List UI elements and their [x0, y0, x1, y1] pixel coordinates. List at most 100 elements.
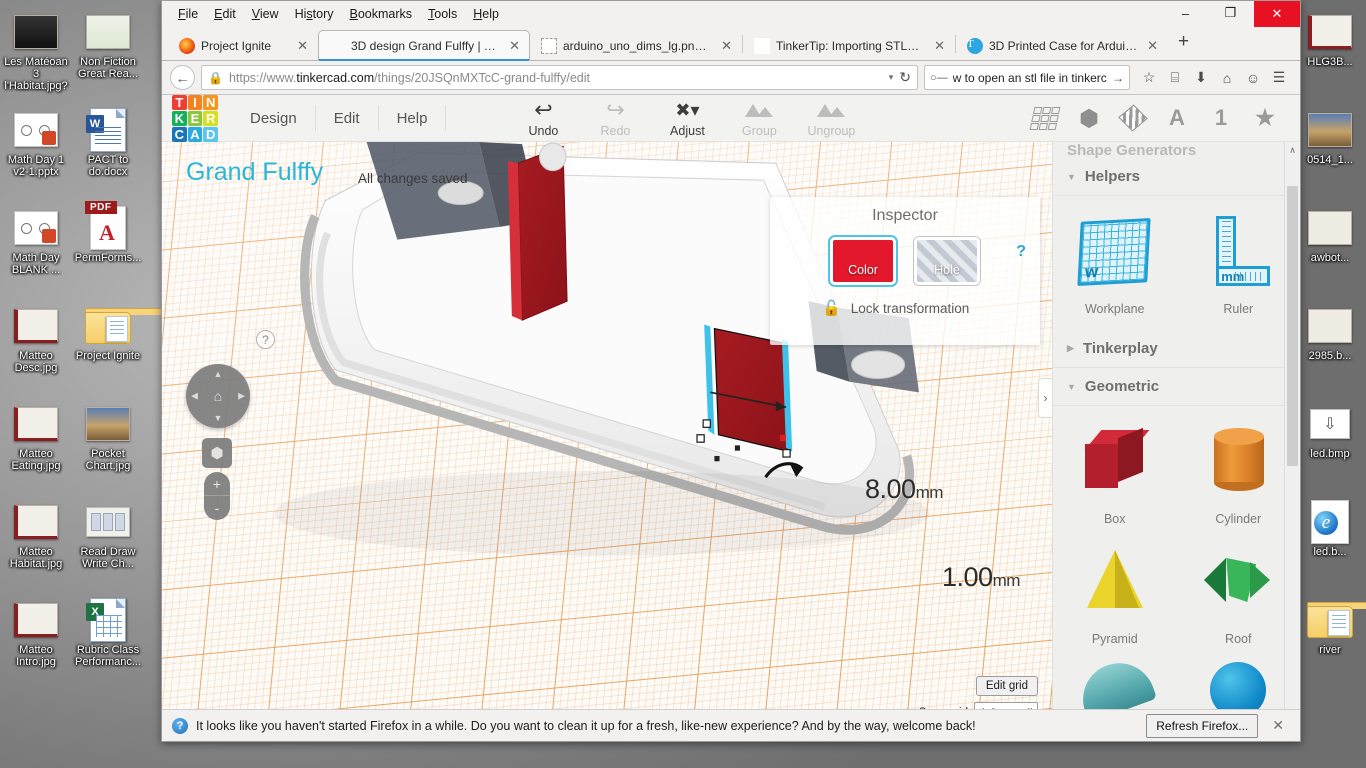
zoom-out-button[interactable]: -	[204, 496, 230, 520]
sidebar-section-helpers[interactable]: ▼ Helpers	[1053, 158, 1300, 196]
shape-item[interactable]	[1053, 650, 1177, 709]
adjust-button[interactable]: ✖▾ Adjust	[652, 98, 722, 139]
home-icon[interactable]: ⌂	[1214, 65, 1240, 91]
browser-tab[interactable]: T 3D Printed Case for Arduin... ✕	[956, 31, 1168, 60]
tab-close-icon[interactable]: ✕	[506, 38, 523, 54]
browser-tab[interactable]: 3D design Grand Fulffy | Ti... ✕	[318, 30, 530, 61]
hamburger-menu-icon[interactable]: ☰	[1266, 65, 1292, 91]
url-dropdown-icon[interactable]: ▾	[889, 72, 894, 83]
nav-down-arrow-icon[interactable]: ▼	[214, 413, 223, 423]
color-swatch-button[interactable]: Color	[828, 235, 898, 287]
view-navigation-widget[interactable]: ▲ ▼ ◀ ▶ ⌂	[186, 364, 250, 428]
refresh-firefox-button[interactable]: Refresh Firefox...	[1146, 713, 1259, 738]
design-title[interactable]: Grand Fulffy	[186, 158, 323, 187]
tab-close-icon[interactable]: ✕	[718, 38, 735, 54]
tinkercad-menu-design[interactable]: Design	[232, 110, 315, 127]
nav-right-arrow-icon[interactable]: ▶	[238, 391, 245, 402]
tab-close-icon[interactable]: ✕	[294, 38, 311, 54]
browser-tab[interactable]: Project Ignite ✕	[168, 31, 318, 60]
desktop-icon[interactable]: Read Draw Write Ch...	[72, 496, 144, 594]
favorites-star-icon[interactable]: ★	[1250, 103, 1280, 133]
desktop-icon[interactable]: X Rubric Class Performanc...	[72, 594, 144, 692]
shape-item[interactable]: Cylinder	[1177, 410, 1301, 530]
shape-item[interactable]	[1177, 650, 1301, 709]
solid-cube-icon[interactable]: ⬢	[1074, 103, 1104, 133]
desktop-icon[interactable]: led.b...	[1294, 496, 1366, 594]
shape-item[interactable]: Pyramid	[1053, 530, 1177, 650]
desktop-icon[interactable]: Pocket Chart.jpg	[72, 398, 144, 496]
browser-tab[interactable]: arduino_uno_dims_lg.png ... ✕	[530, 31, 742, 60]
shape-item[interactable]: w Workplane	[1053, 200, 1177, 320]
maximize-button[interactable]: ❐	[1208, 1, 1253, 25]
desktop-icon[interactable]: Matteo Intro.jpg	[0, 594, 72, 692]
scroll-up-arrow-icon[interactable]: ∧	[1285, 142, 1300, 159]
workplane-grid-icon[interactable]	[1029, 103, 1061, 133]
edit-grid-button[interactable]: Edit grid	[975, 676, 1038, 696]
snap-grid-select[interactable]: 1.0 ˇ	[974, 702, 1038, 709]
tab-close-icon[interactable]: ✕	[931, 38, 948, 54]
downloads-icon[interactable]: ⬇	[1188, 65, 1214, 91]
browser-tab[interactable]: TinkerTip: Importing STLs |... ✕	[743, 31, 955, 60]
bookmark-star-icon[interactable]: ☆	[1136, 65, 1162, 91]
search-input-value[interactable]: w to open an stl file in tinkercad	[953, 71, 1107, 85]
desktop-icon[interactable]: river	[1294, 594, 1366, 692]
desktop-icon[interactable]: Matteo Habitat.jpg	[0, 496, 72, 594]
url-bar[interactable]: 🔒 https://www.tinkercad.com/things/20JSQ…	[201, 65, 918, 90]
menu-file[interactable]: File	[170, 4, 206, 24]
desktop-icon[interactable]: Matteo Eating.jpg	[0, 398, 72, 496]
number-shape-icon[interactable]: 1	[1206, 103, 1236, 133]
desktop-icon[interactable]: W PACT to do.docx	[72, 104, 144, 202]
desktop-icon[interactable]: PDF A PermForms...	[72, 201, 144, 300]
fit-view-button[interactable]: ⬢	[202, 438, 232, 468]
text-shape-icon[interactable]: A	[1162, 103, 1192, 133]
3d-canvas[interactable]: 8.00mm 1.00mm Grand Fulffy All changes s…	[162, 142, 1052, 709]
new-tab-button[interactable]: +	[1168, 31, 1199, 56]
tinkercad-menu-help[interactable]: Help	[379, 110, 446, 127]
search-go-icon[interactable]: →	[1112, 71, 1124, 85]
section-shape-generators-cut[interactable]: Shape Generators	[1053, 142, 1300, 158]
tinkercad-logo-icon[interactable]: TIN KER CAD	[172, 95, 218, 142]
desktop-icon[interactable]: Math Day BLANK ...	[0, 202, 72, 300]
shape-item[interactable]: Box	[1053, 410, 1177, 530]
reading-list-icon[interactable]: ⌸	[1162, 65, 1188, 91]
desktop-icon[interactable]: Matteo Desc.jpg	[0, 300, 72, 398]
sidebar-section-geometric[interactable]: ▼ Geometric	[1053, 368, 1300, 406]
minimize-button[interactable]: –	[1163, 1, 1208, 25]
unlock-icon[interactable]: 🔓	[822, 299, 841, 317]
desktop-icon[interactable]: Project Ignite	[72, 300, 235, 398]
menu-tools[interactable]: Tools	[420, 4, 465, 24]
desktop-icon[interactable]: Les Matéoan 3 l'Habitat.jpg?	[0, 6, 72, 104]
sidebar-section-tinkerplay[interactable]: ▶ Tinkerplay	[1053, 330, 1300, 368]
menu-view[interactable]: View	[244, 4, 287, 24]
tinkercad-menu-edit[interactable]: Edit	[316, 110, 378, 127]
menu-edit[interactable]: Edit	[206, 4, 244, 24]
inspector-help-icon[interactable]: ?	[1016, 243, 1026, 261]
sidebar-collapse-handle[interactable]: ›	[1038, 378, 1052, 418]
hole-swatch-button[interactable]: Hole	[914, 237, 980, 285]
hole-cube-icon[interactable]	[1118, 103, 1148, 133]
desktop-icon[interactable]: 0514_1...	[1294, 104, 1366, 202]
desktop-icon[interactable]: 2985.b...	[1294, 300, 1366, 398]
menu-help[interactable]: Help	[465, 4, 507, 24]
menu-history[interactable]: History	[287, 4, 342, 24]
notification-close-icon[interactable]: ✕	[1266, 717, 1290, 734]
zoom-in-button[interactable]: +	[204, 472, 230, 496]
tab-close-icon[interactable]: ✕	[1144, 38, 1161, 54]
desktop-icon[interactable]: ⇩ led.bmp	[1294, 398, 1366, 496]
desktop-icon[interactable]: HLG3B...	[1294, 6, 1366, 104]
nav-up-arrow-icon[interactable]: ▲	[214, 369, 223, 379]
close-button[interactable]: ✕	[1254, 1, 1300, 27]
sidebar-scrollbar[interactable]: ∧ ∨	[1284, 142, 1300, 709]
reload-icon[interactable]: ↻	[899, 69, 911, 86]
search-bar[interactable]: ○— w to open an stl file in tinkercad →	[924, 65, 1130, 90]
shape-item[interactable]: mm Ruler	[1177, 200, 1301, 320]
menu-bookmarks[interactable]: Bookmarks	[342, 4, 421, 24]
desktop-icon[interactable]: Non Fiction Great Rea...	[72, 6, 144, 104]
canvas-help-icon[interactable]: ?	[256, 330, 275, 349]
desktop-icon[interactable]: awbot...	[1294, 202, 1366, 300]
shape-item[interactable]: Roof	[1177, 530, 1301, 650]
feedback-smiley-icon[interactable]: ☺	[1240, 65, 1266, 91]
nav-left-arrow-icon[interactable]: ◀	[191, 391, 198, 402]
lock-transformation-row[interactable]: 🔓 Lock transformation	[822, 299, 1040, 317]
nav-home-icon[interactable]: ⌂	[214, 388, 222, 404]
